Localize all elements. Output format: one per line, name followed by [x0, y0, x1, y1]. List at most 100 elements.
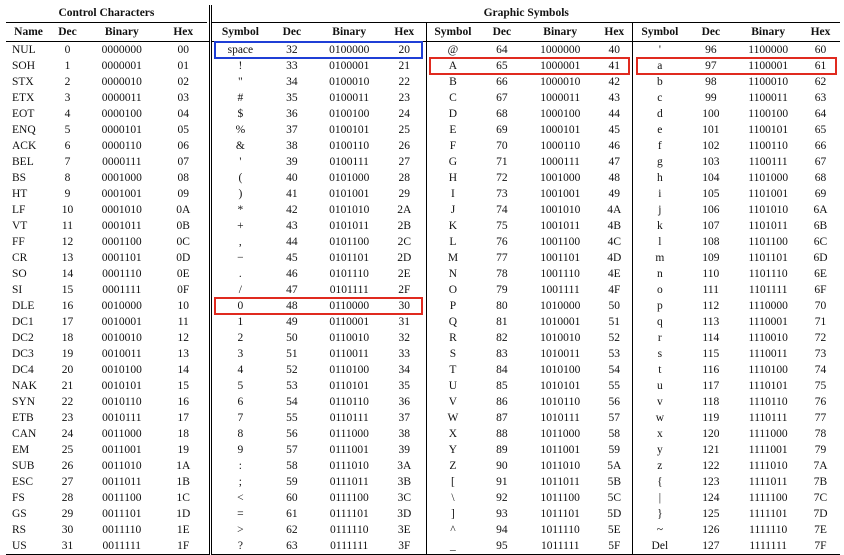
graphic1-hex-cell: 24: [398, 107, 411, 120]
graphic1-dec-cell: 32: [286, 43, 298, 56]
graphic1-binary-cell: 0110110: [329, 395, 369, 408]
graphic2-binary-cell: 1001110: [540, 267, 580, 280]
graphic3-symbol-cell: f: [632, 138, 687, 154]
graphic3-dec-cell: 116: [702, 363, 720, 376]
graphic1-binary-cell: 0110000: [329, 299, 370, 312]
control-binary-cell: 0010001: [101, 315, 142, 328]
graphic3-binary-cell: 1111101: [748, 507, 788, 520]
graphic1-binary-cell: 0100010: [329, 75, 370, 88]
graphic3-hex-cell: 65: [814, 123, 827, 136]
control-hex-cell: 16: [177, 395, 190, 408]
control-binary-cell: 0010111: [102, 411, 142, 424]
graphic3-binary-cell: 1101110: [748, 267, 788, 280]
control-hex-cell: 1C: [176, 491, 190, 504]
graphic3-hex-cell: 6B: [813, 219, 828, 232]
graphic3-binary-cell: 1111001: [748, 443, 788, 456]
control-hex-cell: 02: [177, 75, 190, 88]
graphic1-dec-cell: 53: [286, 379, 298, 392]
graphic1-dec-cell: 46: [286, 267, 298, 280]
graphic2-dec-cell: 75: [496, 219, 508, 232]
graphic2-col-binary-header: Binary: [524, 22, 597, 42]
control-hex-cell: 07: [177, 155, 190, 168]
graphic1-hex-cell: 2F: [398, 283, 411, 296]
graphic2-symbol-cell: [: [425, 474, 480, 490]
graphic2-symbol-cell: Y: [425, 442, 480, 458]
graphic2-symbol-cell: V: [425, 394, 480, 410]
graphic2-dec-cell: 70: [496, 139, 508, 152]
graphic1-symbol-cell: 6: [209, 394, 269, 410]
table-row: SOH 1 0000001 01! 33 0100001 21 A 65 1000001 41 a 97…: [6, 58, 840, 74]
graphic2-binary-cell: 1011100: [540, 491, 580, 504]
graphic3-binary-cell: 1111011: [748, 475, 788, 488]
control-name-cell: RS: [12, 523, 27, 536]
graphic1-binary-cell: 0100110: [329, 139, 370, 152]
control-binary-cell: 0011110: [102, 523, 142, 536]
graphic3-hex-cell: 6F: [814, 283, 827, 296]
graphic1-symbol-cell: ': [209, 154, 269, 170]
graphic1-symbol-cell: $: [209, 106, 269, 122]
control-dec-cell: 26: [61, 459, 74, 472]
graphic3-binary-cell: 1111100: [748, 491, 788, 504]
graphic1-dec-cell: 63: [268, 538, 316, 555]
graphic2-hex-cell: 4D: [607, 251, 622, 264]
control-name-cell: DLE: [12, 299, 35, 312]
graphic1-symbol-cell: =: [209, 506, 269, 522]
graphic1-binary-cell: 0100011: [329, 91, 370, 104]
graphic1-dec-cell: 50: [286, 331, 298, 344]
graphic2-binary-cell: 1011000: [540, 427, 581, 440]
graphic2-binary-cell: 1011101: [540, 507, 580, 520]
control-name-cell: SI: [12, 283, 23, 296]
control-hex-cell: 05: [177, 123, 190, 136]
graphic2-dec-cell: 87: [496, 411, 508, 424]
control-name-cell: FF: [12, 235, 25, 248]
graphic1-symbol-cell: −: [209, 250, 269, 266]
graphic1-symbol-cell: 5: [209, 378, 269, 394]
graphic3-symbol-cell: n: [632, 266, 687, 282]
graphic1-dec-cell: 54: [286, 395, 298, 408]
graphic1-symbol-cell: 3: [209, 346, 269, 362]
graphic1-hex-cell: 2C: [397, 235, 411, 248]
graphic1-symbol-cell: (: [209, 170, 269, 186]
graphic1-dec-cell: 41: [286, 187, 298, 200]
table-row: VT 11 0001011 0B +43 0101011 2B K 75 1001011 4B k 10…: [6, 218, 840, 234]
control-dec-cell: 28: [61, 491, 74, 504]
graphic2-dec-cell: 90: [496, 459, 508, 472]
graphic1-binary-cell: 0110100: [329, 363, 370, 376]
graphic3-dec-cell: 112: [702, 299, 720, 312]
graphic3-symbol-cell: {: [632, 474, 687, 490]
graphic2-binary-cell: 1000101: [540, 123, 581, 136]
graphic2-hex-cell: 58: [608, 427, 621, 440]
graphic2-hex-cell: 44: [608, 107, 621, 120]
graphic3-binary-cell: 1110100: [748, 363, 788, 376]
graphic2-binary-cell: 1011110: [540, 523, 580, 536]
graphic1-col-dec-header: Dec: [268, 22, 316, 42]
graphic1-symbol-cell: 2: [209, 330, 269, 346]
graphic3-col-dec-header: Dec: [686, 22, 736, 42]
graphic1-symbol-cell: 8: [209, 426, 269, 442]
graphic2-dec-cell: 72: [496, 171, 508, 184]
graphic2-symbol-cell: Q: [425, 314, 480, 330]
control-binary-cell: 0000000: [101, 43, 142, 56]
graphic2-hex-cell: 4A: [607, 203, 622, 216]
graphic3-dec-cell: 124: [702, 491, 720, 504]
graphic3-dec-cell: 125: [702, 507, 720, 520]
control-binary-cell: 0001011: [101, 219, 142, 232]
table-row: DC3 19 0010011 13 3 51 0110011 33 S 83 1010011 53 s 1…: [6, 346, 840, 362]
control-hex-cell: 0C: [176, 235, 190, 248]
graphic1-binary-cell: 0111110: [329, 523, 369, 536]
graphic1-binary-cell: 0110001: [329, 315, 370, 328]
graphic2-hex-cell: 5F: [596, 538, 633, 555]
graphic1-symbol-cell: ;: [209, 474, 269, 490]
graphic2-dec-cell: 71: [496, 155, 508, 168]
control-name-cell: SO: [12, 267, 27, 280]
graphic2-symbol-cell: \: [425, 490, 480, 506]
control-dec-cell: 6: [64, 139, 71, 152]
graphic1-hex-cell: 2B: [397, 219, 411, 232]
graphic3-binary-cell: 1100101: [748, 123, 789, 136]
graphic2-binary-cell: 1010001: [540, 315, 581, 328]
graphic2-dec-cell: 92: [496, 491, 508, 504]
graphic1-hex-cell: 3F: [383, 538, 427, 555]
graphic1-hex-cell: 2D: [397, 251, 412, 264]
graphic1-dec-cell: 60: [286, 491, 298, 504]
graphic3-dec-cell: 113: [702, 315, 720, 328]
